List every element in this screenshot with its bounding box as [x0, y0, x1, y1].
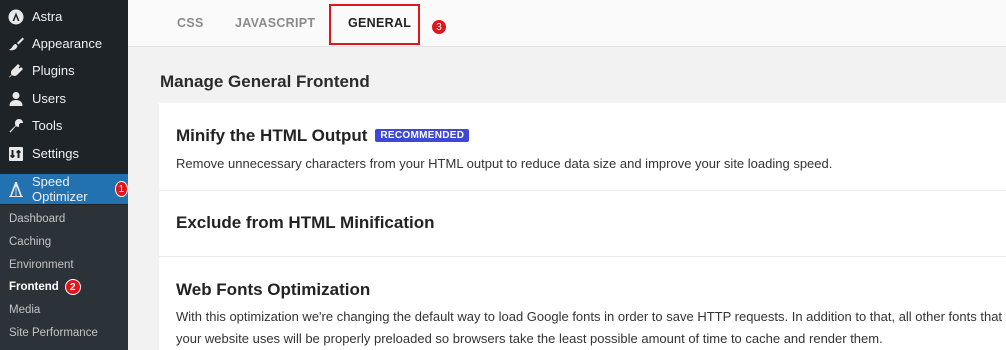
card-title: Web Fonts Optimization: [176, 280, 371, 299]
card-title-text: Minify the HTML Output: [176, 126, 368, 145]
astra-icon: [8, 9, 24, 25]
tab-javascript[interactable]: JAVASCRIPT: [235, 0, 315, 46]
step-badge: 1: [114, 181, 128, 197]
submenu-item-label: Site Performance: [9, 327, 98, 339]
speed-optimizer-icon: [8, 181, 24, 197]
sidebar-item-speed-optimizer[interactable]: Speed Optimizer 1: [0, 174, 128, 204]
sidebar-item-label: Appearance: [32, 36, 103, 51]
tab-css[interactable]: CSS: [177, 0, 204, 46]
tab-label: CSS: [177, 16, 204, 30]
tab-general[interactable]: GENERAL: [348, 0, 411, 46]
recommended-tag: RECOMMENDED: [375, 129, 470, 142]
step-badge: 2: [64, 279, 81, 295]
submenu-item-media[interactable]: Media: [9, 300, 40, 320]
submenu-item-label: Caching: [9, 236, 52, 248]
sidebar-item-users[interactable]: Users: [0, 85, 128, 112]
tab-label: GENERAL: [348, 16, 412, 30]
settings-icon: [8, 146, 24, 162]
setting-card-exclude-html-minification[interactable]: Exclude from HTML Minification: [159, 191, 1006, 257]
submenu-item-label: Frontend: [9, 281, 59, 293]
setting-card-minify-html: Minify the HTML Output RECOMMENDED Remove…: [159, 103, 1006, 191]
submenu-item-site-performance[interactable]: Site Performance: [9, 323, 98, 343]
card-title: Minify the HTML Output RECOMMENDED: [176, 126, 470, 146]
admin-sidebar: Astra Appearance Plugins Users Tools Set…: [0, 0, 128, 350]
submenu-item-environment[interactable]: Environment: [9, 255, 74, 275]
sidebar-item-label: Plugins: [32, 63, 75, 78]
sidebar-item-label: Settings: [32, 146, 79, 161]
sidebar-item-appearance[interactable]: Appearance: [0, 30, 128, 57]
user-icon: [8, 91, 24, 107]
submenu-item-dashboard[interactable]: Dashboard: [9, 209, 65, 229]
step-badge: 3: [431, 19, 447, 35]
submenu-item-caching[interactable]: Caching: [9, 232, 51, 252]
plug-icon: [8, 63, 24, 79]
setting-card-web-fonts: Web Fonts Optimization With this optimiz…: [159, 257, 1006, 350]
sidebar-item-label: Astra: [32, 9, 63, 24]
card-description: Remove unnecessary characters from your …: [176, 156, 833, 171]
sidebar-item-plugins[interactable]: Plugins: [0, 57, 128, 84]
sidebar-item-label: Tools: [32, 118, 63, 133]
sidebar-item-label: Users: [32, 91, 66, 106]
submenu-item-frontend[interactable]: Frontend 2: [9, 277, 81, 297]
submenu-item-label: Dashboard: [9, 213, 66, 225]
submenu-item-label: Environment: [9, 259, 74, 271]
speed-optimizer-submenu: Dashboard Caching Environment Frontend 2…: [0, 205, 128, 350]
sidebar-item-label: Speed Optimizer: [32, 174, 88, 204]
wrench-icon: [8, 118, 24, 134]
card-description-line-2: your website uses will be properly prelo…: [176, 331, 883, 346]
sidebar-item-astra[interactable]: Astra: [0, 3, 128, 30]
card-title: Exclude from HTML Minification: [176, 213, 435, 232]
section-title: Manage General Frontend: [160, 72, 370, 91]
sidebar-item-tools[interactable]: Tools: [0, 112, 128, 139]
paintbrush-icon: [8, 36, 24, 52]
card-description-line-1: With this optimization we're changing th…: [176, 309, 1003, 324]
sidebar-item-settings[interactable]: Settings: [0, 140, 128, 167]
tab-label: JAVASCRIPT: [235, 16, 316, 30]
submenu-item-label: Media: [9, 304, 41, 316]
